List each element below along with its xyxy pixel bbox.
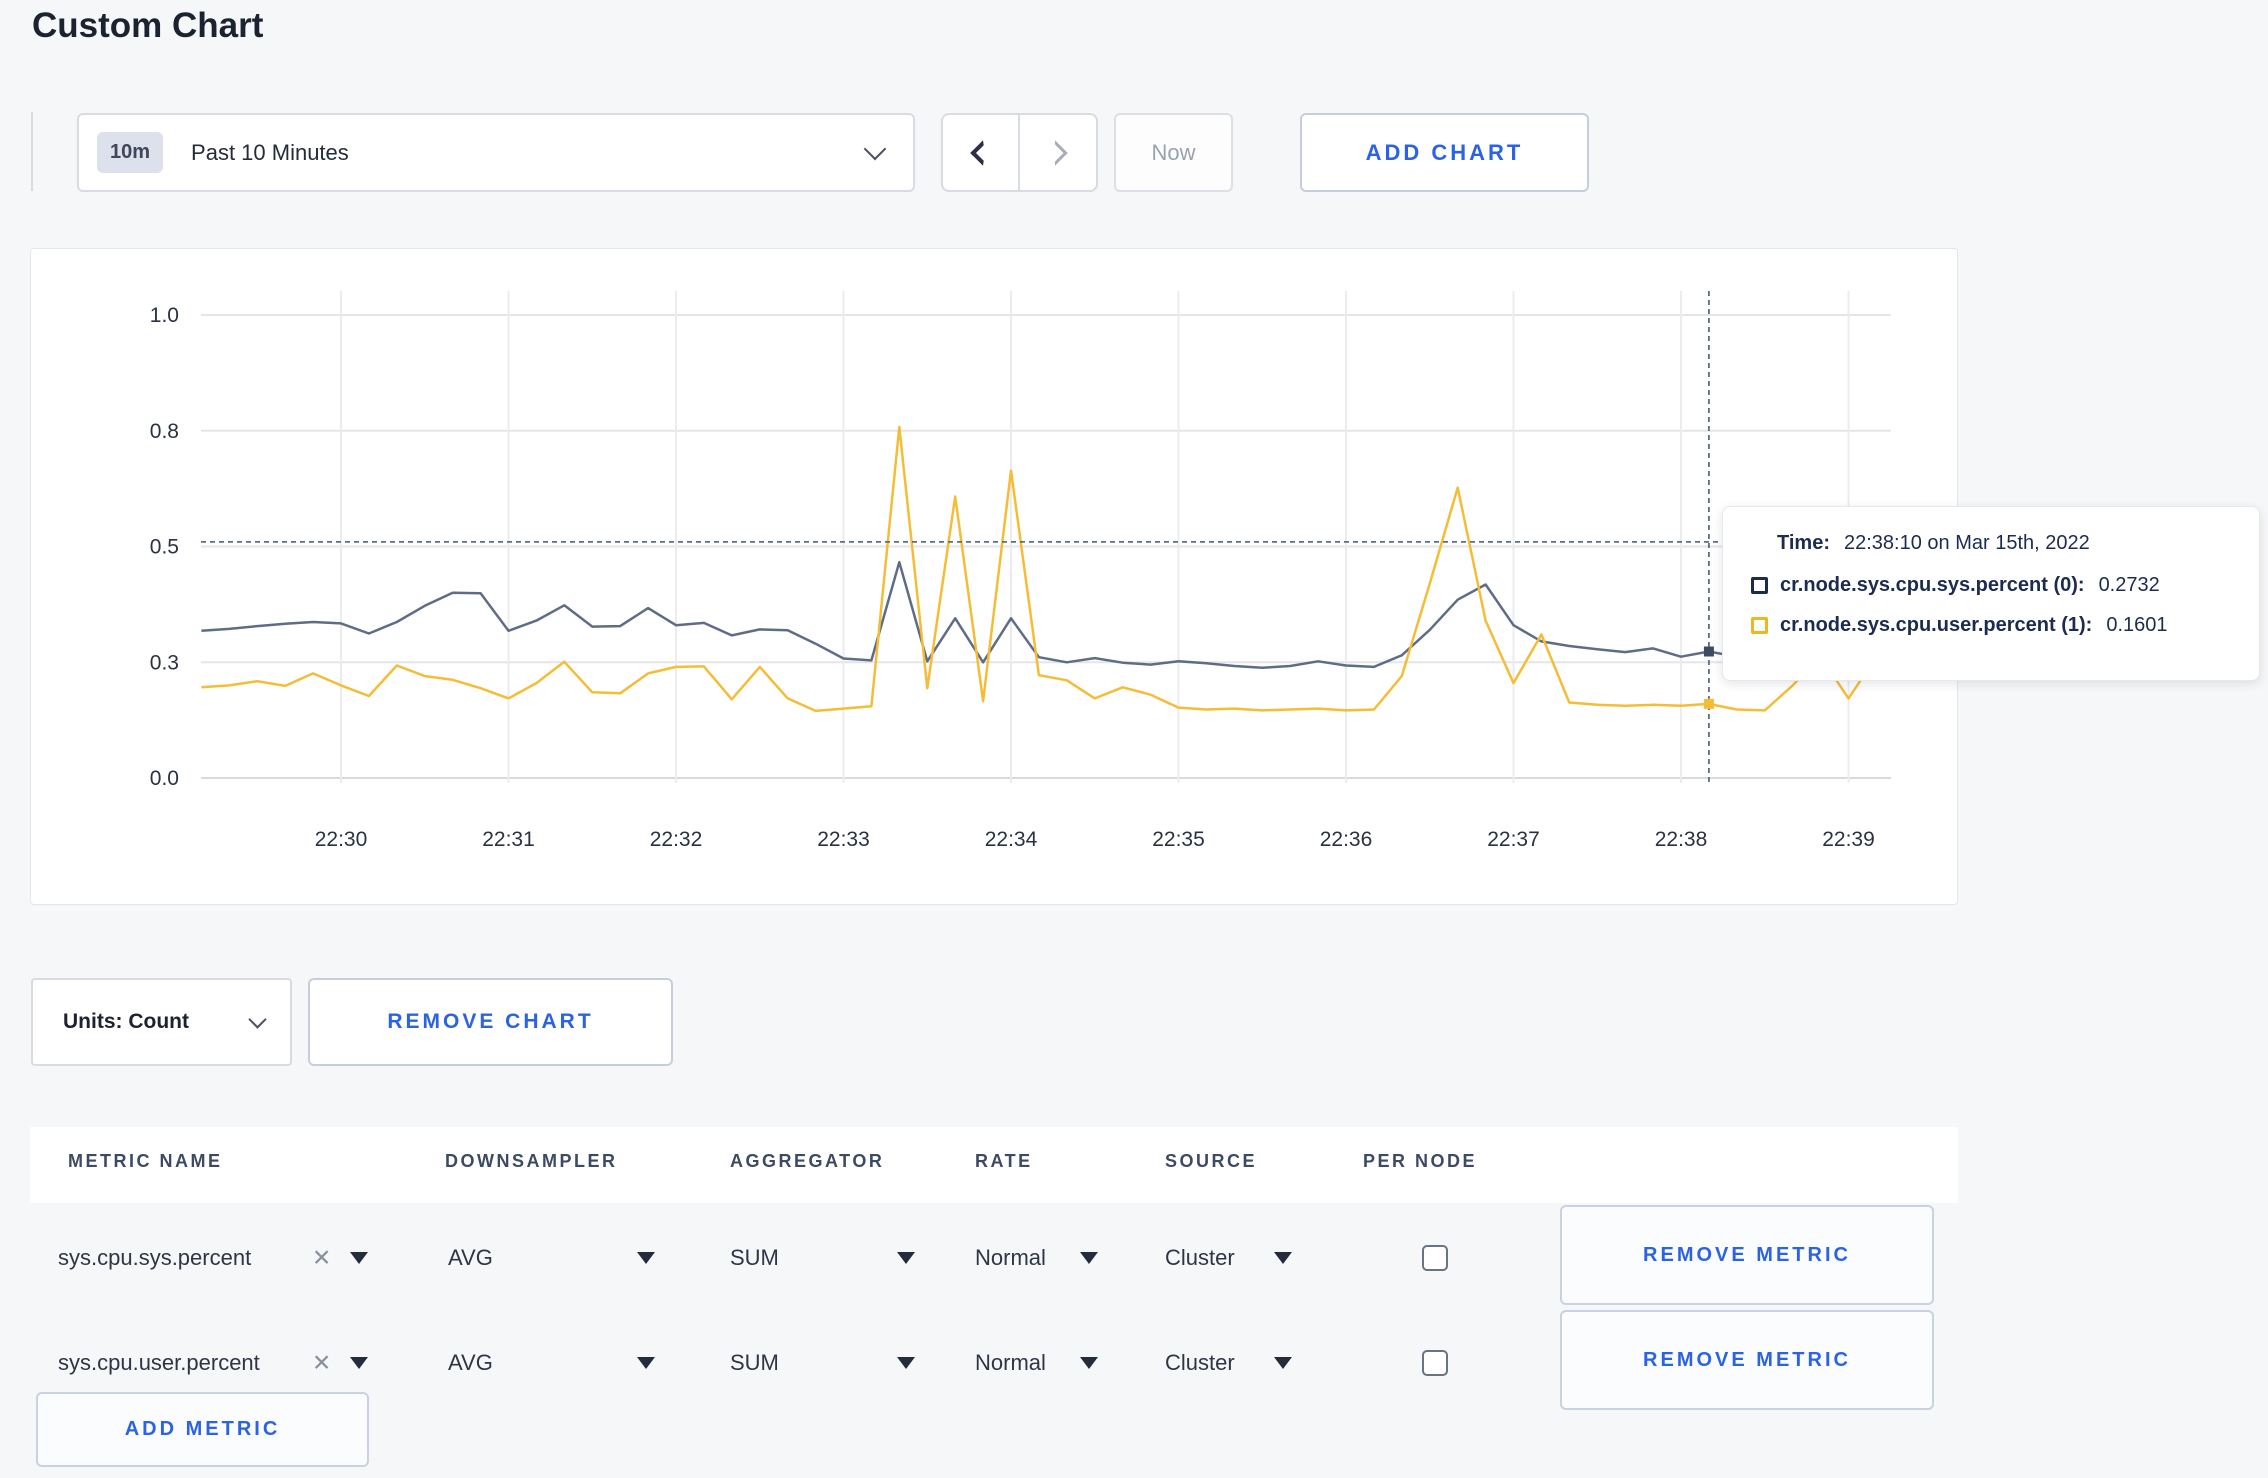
dropdown-caret-icon: [350, 1251, 368, 1264]
per-node-checkbox[interactable]: [1422, 1349, 1448, 1376]
y-tick-label: 0.0: [150, 767, 179, 790]
chevron-left-icon: [970, 139, 996, 166]
add-metric-button[interactable]: ADD METRIC: [36, 1392, 369, 1467]
dropdown-caret-icon: [1080, 1356, 1098, 1369]
metric-name-select[interactable]: sys.cpu.user.percent: [58, 1350, 260, 1376]
tooltip-series-label: cr.node.sys.cpu.sys.percent (0):: [1780, 574, 2085, 596]
clear-metric-icon[interactable]: ✕: [312, 1244, 331, 1271]
dropdown-caret-icon: [637, 1251, 655, 1264]
now-button[interactable]: Now: [1114, 113, 1233, 192]
dropdown-caret-icon: [350, 1356, 368, 1369]
clear-metric-icon[interactable]: ✕: [312, 1349, 331, 1376]
metric-name-select[interactable]: sys.cpu.sys.percent: [58, 1245, 251, 1271]
tooltip-series-value: 0.2732: [2098, 574, 2160, 596]
column-header-source: SOURCE: [1165, 1151, 1258, 1171]
remove-metric-button[interactable]: REMOVE METRIC: [1560, 1205, 1934, 1305]
column-header-downsampler: DOWNSAMPLER: [445, 1151, 618, 1171]
x-tick-label: 22:36: [1320, 828, 1373, 851]
series-swatch-icon: [1751, 617, 1768, 634]
remove-metric-button[interactable]: REMOVE METRIC: [1560, 1310, 1934, 1410]
x-tick-label: 22:34: [985, 828, 1038, 851]
column-header-aggregator: AGGREGATOR: [730, 1151, 885, 1171]
x-tick-label: 22:35: [1152, 828, 1205, 851]
tooltip-series-label: cr.node.sys.cpu.user.percent (1):: [1780, 614, 2093, 636]
x-tick-label: 22:39: [1822, 828, 1875, 851]
hover-marker-1: [1703, 698, 1714, 709]
source-select[interactable]: Cluster: [1165, 1245, 1235, 1271]
y-tick-label: 1.0: [150, 304, 179, 327]
x-tick-label: 22:33: [817, 828, 870, 851]
chevron-down-icon: [863, 137, 887, 160]
downsampler-select[interactable]: AVG: [448, 1350, 493, 1376]
dropdown-caret-icon: [1274, 1356, 1292, 1369]
column-header-metric-name: METRIC NAME: [68, 1151, 223, 1171]
x-tick-label: 22:30: [315, 828, 368, 851]
chart-card: 1.0 0.8 0.5 0.3 0.0 22:30 22:31 22:32 22:33 22:34…: [30, 248, 1958, 905]
tooltip-series-entry: cr.node.sys.cpu.user.percent (1): 0.1601: [1751, 614, 2259, 637]
x-tick-label: 22:31: [482, 828, 535, 851]
next-time-button[interactable]: [1020, 115, 1097, 190]
rate-select[interactable]: Normal: [975, 1350, 1046, 1376]
time-range-label: Past 10 Minutes: [191, 139, 349, 165]
y-tick-label: 0.8: [150, 420, 179, 443]
series-line-1: [201, 425, 1878, 713]
add-chart-button[interactable]: ADD CHART: [1300, 113, 1589, 192]
time-range-select[interactable]: 10m Past 10 Minutes: [77, 113, 915, 192]
dropdown-caret-icon: [897, 1251, 915, 1264]
y-tick-label: 0.5: [150, 536, 179, 559]
series-swatch-icon: [1751, 577, 1768, 594]
downsampler-select[interactable]: AVG: [448, 1245, 493, 1271]
rate-select[interactable]: Normal: [975, 1245, 1046, 1271]
chevron-right-icon: [1042, 139, 1068, 166]
hover-marker-0: [1703, 646, 1714, 657]
page-title: Custom Chart: [32, 6, 264, 45]
x-tick-label: 22:37: [1487, 828, 1540, 851]
dropdown-caret-icon: [1080, 1251, 1098, 1264]
y-tick-label: 0.3: [150, 651, 179, 674]
tooltip-time-value: 22:38:10 on Mar 15th, 2022: [1843, 532, 2090, 554]
units-label: Units: Count: [63, 1010, 189, 1033]
toolbar-divider: [31, 112, 33, 191]
aggregator-select[interactable]: SUM: [730, 1245, 779, 1271]
units-select[interactable]: Units: Count: [31, 978, 292, 1066]
aggregator-select[interactable]: SUM: [730, 1350, 779, 1376]
dropdown-caret-icon: [897, 1356, 915, 1369]
dropdown-caret-icon: [637, 1356, 655, 1369]
column-header-rate: RATE: [975, 1151, 1033, 1171]
remove-chart-button[interactable]: REMOVE CHART: [308, 978, 673, 1066]
line-chart[interactable]: 1.0 0.8 0.5 0.3 0.0 22:30 22:31 22:32 22:33 22:34…: [31, 249, 1959, 906]
series-line-0: [201, 560, 1877, 670]
chart-tooltip: Time: 22:38:10 on Mar 15th, 2022 cr.node.…: [1722, 506, 2260, 681]
x-tick-label: 22:38: [1655, 828, 1708, 851]
source-select[interactable]: Cluster: [1165, 1350, 1235, 1376]
tooltip-series-entry: cr.node.sys.cpu.sys.percent (0): 0.2732: [1751, 574, 2259, 597]
chevron-down-icon: [248, 1009, 267, 1029]
tooltip-time-label: Time:: [1777, 532, 1830, 554]
metrics-table-header: METRIC NAME DOWNSAMPLER AGGREGATOR RATE SOUR…: [30, 1127, 1958, 1203]
prev-time-button[interactable]: [943, 115, 1020, 190]
metric-table-row: sys.cpu.sys.percent ✕ AVG SUM Normal Cluster R…: [0, 1205, 2268, 1310]
tooltip-series-value: 0.1601: [2106, 614, 2168, 636]
dropdown-caret-icon: [1274, 1251, 1292, 1264]
per-node-checkbox[interactable]: [1422, 1244, 1448, 1271]
column-header-per-node: PER NODE: [1363, 1151, 1478, 1171]
time-nav-group: [941, 113, 1098, 192]
tooltip-time: Time: 22:38:10 on Mar 15th, 2022: [1777, 532, 2259, 555]
time-range-badge: 10m: [97, 132, 164, 173]
x-tick-label: 22:32: [650, 828, 703, 851]
